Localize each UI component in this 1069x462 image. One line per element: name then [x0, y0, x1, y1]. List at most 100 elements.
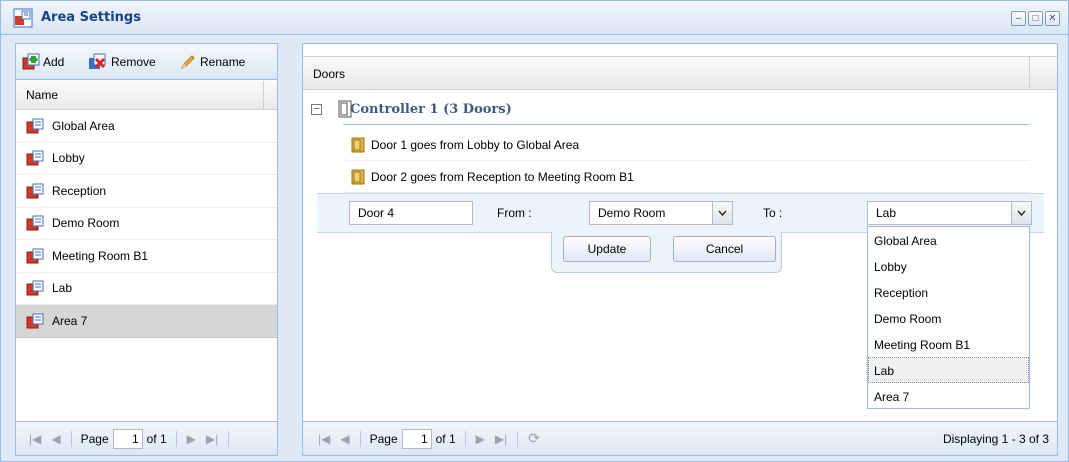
next-page-icon[interactable]: ▶ [476, 432, 485, 446]
page-count: of 1 [146, 431, 167, 446]
area-list-item[interactable]: Reception [16, 175, 277, 208]
page-count: of 1 [435, 431, 456, 446]
to-value: Lab [876, 206, 897, 220]
area-label: Lab [52, 281, 73, 296]
last-page-icon[interactable]: ▶| [495, 432, 507, 446]
pager-separator [359, 430, 361, 447]
area-label: Meeting Room B1 [52, 248, 149, 263]
doors-column-header[interactable]: Doors [303, 57, 1030, 90]
rename-button[interactable]: Rename [179, 53, 245, 71]
last-page-icon[interactable]: ▶| [206, 432, 218, 446]
area-label: Demo Room [52, 216, 120, 231]
areas-toolbar: Add Remove Rename [16, 44, 277, 80]
doors-column-label: Doors [313, 67, 346, 81]
chevron-down-icon[interactable] [712, 202, 732, 224]
door-icon [351, 169, 365, 184]
cancel-button[interactable]: Cancel [673, 236, 776, 262]
chevron-down-icon[interactable] [1011, 202, 1031, 224]
area-settings-window: Area Settings – □ ✕ Add Remove Rename Na… [0, 0, 1069, 462]
rename-label: Rename [200, 55, 246, 69]
doors-grid-header: Doors [303, 56, 1057, 90]
pager-separator [464, 430, 466, 447]
first-page-icon[interactable]: |◀ [29, 432, 41, 446]
area-label: Global Area [52, 118, 115, 133]
add-button[interactable]: Add [22, 53, 64, 71]
area-settings-icon [13, 8, 33, 28]
page-label: Page [80, 431, 109, 446]
add-label: Add [43, 55, 65, 69]
area-label: Area 7 [52, 313, 88, 328]
area-icon [26, 313, 44, 329]
area-icon [26, 215, 44, 231]
refresh-icon[interactable]: ⟳ [528, 430, 540, 447]
door-label: Door 1 goes from Lobby to Global Area [371, 137, 580, 152]
door-label: Door 2 goes from Reception to Meeting Ro… [371, 169, 634, 184]
from-value: Demo Room [598, 206, 666, 220]
collapse-icon[interactable]: – [311, 103, 322, 115]
areas-pager: |◀ ◀ Page of 1 ▶ ▶| [16, 421, 277, 455]
dropdown-option[interactable]: Reception [868, 279, 1029, 305]
area-list-item[interactable]: Lobby [16, 142, 277, 175]
page-input[interactable] [401, 428, 432, 449]
page-label: Page [369, 431, 398, 446]
area-icon [26, 150, 44, 166]
title-bar[interactable]: Area Settings – □ ✕ [1, 1, 1068, 35]
door-icon [351, 137, 365, 152]
to-dropdown-list: Global Area Lobby Reception Demo Room Meetin… [867, 226, 1030, 409]
door-row[interactable]: Door 2 goes from Reception to Meeting Ro… [343, 161, 1030, 193]
area-list-item[interactable]: Area 7 [16, 305, 277, 338]
pager-separator [175, 430, 177, 447]
update-button[interactable]: Update [563, 236, 651, 262]
editor-buttons: Update Cancel [551, 232, 782, 273]
maximize-icon[interactable]: □ [1028, 11, 1043, 26]
dropdown-option[interactable]: Meeting Room B1 [868, 331, 1029, 357]
pager-separator [517, 430, 519, 447]
dropdown-option[interactable]: Global Area [868, 227, 1029, 253]
dropdown-option[interactable]: Demo Room [868, 305, 1029, 331]
area-icon [26, 118, 44, 134]
pager-separator [70, 430, 72, 447]
to-label: To : [763, 206, 783, 220]
remove-icon [89, 53, 106, 69]
door-name-field[interactable] [349, 201, 473, 225]
prev-page-icon[interactable]: ◀ [51, 432, 60, 446]
from-label: From : [497, 206, 532, 220]
to-combo[interactable]: Lab [867, 201, 1032, 225]
areas-panel: Add Remove Rename Name Global Area Lobby… [15, 43, 278, 456]
remove-button[interactable]: Remove [88, 53, 156, 71]
area-icon [26, 183, 44, 199]
dropdown-option[interactable]: Lobby [868, 253, 1029, 279]
window-title: Area Settings [41, 10, 141, 25]
close-icon[interactable]: ✕ [1045, 11, 1060, 26]
from-combo[interactable]: Demo Room [589, 201, 733, 225]
doors-pager: |◀ ◀ Page of 1 ▶ ▶| ⟳ Displaying 1 - 3 o… [303, 421, 1057, 455]
controller-group-header[interactable]: – Controller 1 (3 Doors) [311, 98, 512, 120]
prev-page-icon[interactable]: ◀ [340, 432, 349, 446]
first-page-icon[interactable]: |◀ [318, 432, 330, 446]
area-list-item[interactable]: Demo Room [16, 207, 277, 240]
doors-panel: Doors – Controller 1 (3 Doors) Door 1 go… [302, 43, 1058, 456]
area-icon [26, 248, 44, 264]
next-page-icon[interactable]: ▶ [187, 432, 196, 446]
name-column-label: Name [26, 88, 59, 102]
pager-separator [228, 430, 230, 447]
area-icon [26, 280, 44, 296]
door-row[interactable]: Door 1 goes from Lobby to Global Area [343, 129, 1030, 161]
dropdown-option[interactable]: Lab [868, 357, 1029, 383]
remove-label: Remove [111, 55, 156, 69]
minimize-icon[interactable]: – [1011, 11, 1026, 26]
area-label: Reception [52, 183, 107, 198]
controller-icon [338, 100, 352, 118]
areas-grid-header: Name [16, 81, 277, 110]
areas-list: Global Area Lobby Reception Demo Room Meetin… [16, 110, 277, 338]
area-label: Lobby [52, 151, 85, 166]
dropdown-option[interactable]: Area 7 [868, 383, 1029, 409]
name-column-header[interactable]: Name [16, 81, 264, 109]
area-list-item[interactable]: Meeting Room B1 [16, 240, 277, 273]
page-input[interactable] [112, 428, 143, 449]
pencil-icon [180, 55, 195, 70]
controller-group-title: Controller 1 (3 Doors) [350, 101, 512, 117]
group-divider [343, 124, 1030, 125]
area-list-item[interactable]: Lab [16, 272, 277, 305]
area-list-item[interactable]: Global Area [16, 110, 277, 143]
